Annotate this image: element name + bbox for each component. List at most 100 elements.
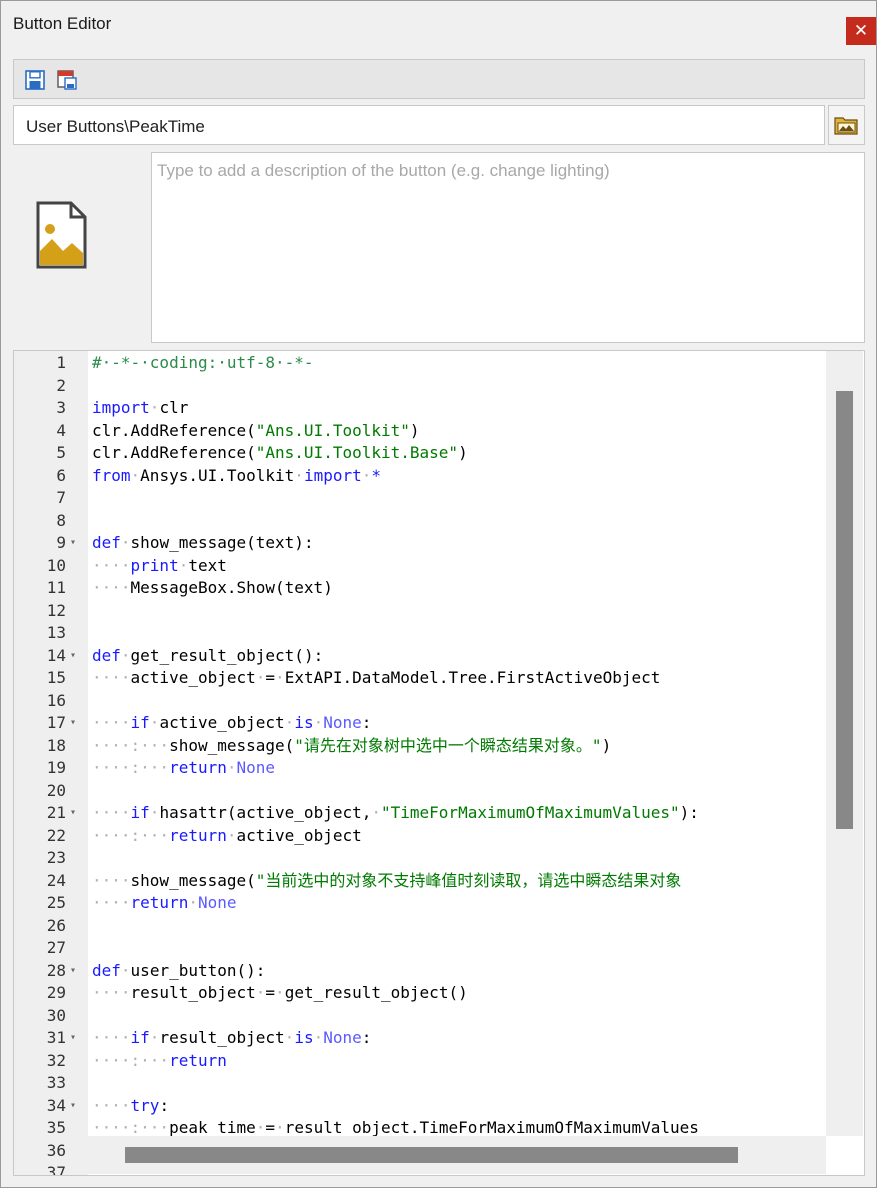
code-line[interactable]: 24 ····show_message("当前选中的对象不支持峰值时刻读取，请选中…	[14, 870, 864, 893]
save-icon[interactable]	[24, 69, 46, 91]
code-token: return	[169, 825, 227, 845]
button-path-value: User Buttons\PeakTime	[26, 117, 205, 136]
code-line[interactable]: 26	[14, 915, 864, 938]
code-token: ····	[92, 1028, 131, 1047]
code-token: get_result_object()	[284, 983, 468, 1002]
code-line[interactable]: 33	[14, 1072, 864, 1095]
code-line[interactable]: 27	[14, 937, 864, 960]
code-text: def·get_result_object():	[92, 645, 323, 667]
save-as-icon[interactable]	[56, 69, 78, 91]
code-token: ·	[149, 713, 160, 732]
code-line[interactable]: 34 ▾ ····try:	[14, 1095, 864, 1118]
code-line[interactable]: 4 clr.AddReference("Ans.UI.Toolkit")	[14, 420, 864, 443]
code-token: ·	[226, 758, 237, 777]
code-line[interactable]: 25 ····return·None	[14, 892, 864, 915]
code-line[interactable]: 5 clr.AddReference("Ans.UI.Toolkit.Base")	[14, 442, 864, 465]
code-line[interactable]: 22 ····:···return·active_object	[14, 825, 864, 848]
fold-toggle-icon[interactable]: ▾	[70, 1095, 76, 1117]
code-text: ····:···return·active_object	[92, 825, 362, 847]
code-token: ·	[284, 713, 295, 732]
code-text: #·-*-·coding:·utf-8·-*-	[92, 352, 314, 374]
title-bar[interactable]: Button Editor ✕	[1, 1, 876, 45]
code-line[interactable]: 23	[14, 847, 864, 870]
code-editor[interactable]: 1 #·-*-·coding:·utf-8·-*- 2 3 import·clr 4 clr…	[13, 350, 865, 1176]
line-number: 13	[46, 623, 66, 642]
code-line[interactable]: 3 import·clr	[14, 397, 864, 420]
code-line[interactable]: 9 ▾ def·show_message(text):	[14, 532, 864, 555]
code-token: ·	[275, 983, 285, 1002]
code-text: ····print·text	[92, 555, 227, 577]
code-text: ····active_object·=·ExtAPI.DataModel.Tre…	[92, 667, 660, 689]
code-line[interactable]: 1 #·-*-·coding:·utf-8·-*-	[14, 352, 864, 375]
code-token: print	[130, 555, 179, 575]
code-line[interactable]: 13	[14, 622, 864, 645]
code-token: ····:···	[92, 735, 170, 755]
code-line[interactable]: 32 ····:···return	[14, 1050, 864, 1073]
code-line[interactable]: 17 ▾ ····if·active_object·is·None:	[14, 712, 864, 735]
line-number: 11	[46, 578, 66, 597]
code-token: ·	[275, 1118, 285, 1137]
code-line[interactable]: 20	[14, 780, 864, 803]
code-line[interactable]: 11 ····MessageBox.Show(text)	[14, 577, 864, 600]
code-token: ·	[120, 533, 131, 552]
code-token: ····:···	[92, 1050, 170, 1070]
button-path-field[interactable]: User Buttons\PeakTime	[13, 105, 825, 145]
code-token: ·	[120, 960, 131, 980]
horizontal-scroll-thumb[interactable]	[125, 1147, 738, 1163]
code-line[interactable]: 29 ····result_object·=·get_result_object(…	[14, 982, 864, 1005]
line-number: 32	[46, 1050, 66, 1070]
code-line[interactable]: 21 ▾ ····if·hasattr(active_object,·"TimeFo…	[14, 802, 864, 825]
code-line[interactable]: 12	[14, 600, 864, 623]
description-input[interactable]: Type to add a description of the button …	[151, 152, 865, 343]
code-line[interactable]: 18 ····:···show_message("请先在对象树中选中一个瞬态结果对…	[14, 735, 864, 758]
code-line[interactable]: 2	[14, 375, 864, 398]
code-token: "当前选中的对象不支持峰值时刻读取，请选中瞬态结果对象	[255, 870, 682, 890]
code-token: from	[92, 465, 131, 485]
code-text: ····:···return	[92, 1050, 227, 1072]
line-number: 35	[46, 1118, 66, 1137]
code-line[interactable]: 8	[14, 510, 864, 533]
code-token: ·	[371, 803, 381, 822]
code-token: ····	[92, 578, 131, 597]
code-line[interactable]: 6 from·Ansys.UI.Toolkit·import·*	[14, 465, 864, 488]
code-token: =	[265, 1118, 276, 1137]
line-number: 1	[56, 353, 66, 372]
code-token: show_message(	[130, 870, 256, 890]
code-token: )	[601, 735, 612, 755]
code-token: ·	[255, 983, 266, 1002]
line-number: 3	[56, 398, 66, 417]
browse-button[interactable]	[828, 105, 865, 145]
code-token: hasattr(active_object,	[159, 803, 372, 822]
code-token: ·	[313, 713, 324, 732]
fold-toggle-icon[interactable]: ▾	[70, 712, 76, 734]
code-line[interactable]: 28 ▾ def·user_button():	[14, 960, 864, 983]
code-line[interactable]: 30	[14, 1005, 864, 1028]
vertical-scroll-thumb[interactable]	[836, 391, 853, 829]
close-button[interactable]: ✕	[846, 17, 876, 45]
line-number: 24	[46, 870, 66, 890]
fold-toggle-icon[interactable]: ▾	[70, 960, 76, 982]
code-token: )	[458, 443, 468, 462]
code-token: show_message(text):	[130, 533, 314, 552]
fold-toggle-icon[interactable]: ▾	[70, 1027, 76, 1049]
code-line[interactable]: 19 ····:···return·None	[14, 757, 864, 780]
image-placeholder-icon[interactable]	[35, 201, 87, 269]
fold-toggle-icon[interactable]: ▾	[70, 802, 76, 824]
code-token: user_button():	[130, 960, 266, 980]
line-number: 21	[46, 803, 66, 822]
code-line[interactable]: 15 ····active_object·=·ExtAPI.DataModel.T…	[14, 667, 864, 690]
code-text: ····if·active_object·is·None:	[92, 712, 371, 734]
code-token: ····	[92, 893, 131, 912]
code-line[interactable]: 14 ▾ def·get_result_object():	[14, 645, 864, 668]
code-line[interactable]: 7	[14, 487, 864, 510]
code-token: def	[92, 645, 121, 665]
code-line[interactable]: 31 ▾ ····if·result_object·is·None:	[14, 1027, 864, 1050]
code-token: show_message(	[169, 735, 295, 755]
fold-toggle-icon[interactable]: ▾	[70, 645, 76, 667]
line-number: 29	[46, 983, 66, 1002]
code-line[interactable]: 16	[14, 690, 864, 713]
code-token: active_object	[236, 825, 362, 845]
fold-toggle-icon[interactable]: ▾	[70, 532, 76, 554]
code-line[interactable]: 10 ····print·text	[14, 555, 864, 578]
code-token: ·	[130, 465, 141, 485]
